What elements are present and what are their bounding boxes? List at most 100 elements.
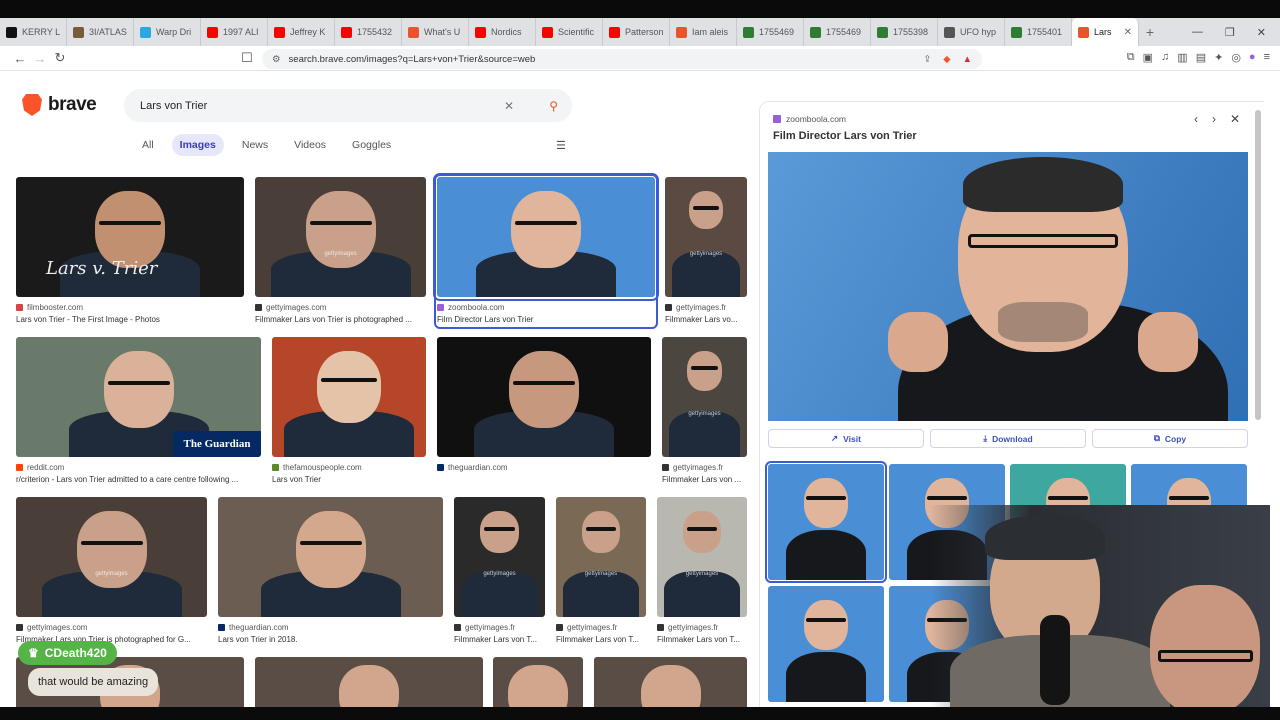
tab-0[interactable]: KERRY L: [0, 18, 67, 46]
tab-1[interactable]: 3I/ATLAS: [67, 18, 134, 46]
search-icon[interactable]: ⚲: [549, 99, 558, 113]
tab-9[interactable]: Patterson: [603, 18, 670, 46]
preview-domain[interactable]: zoomboola.com: [786, 114, 846, 124]
tab-8[interactable]: Scientific: [536, 18, 603, 46]
maximize-icon[interactable]: ❐: [1225, 26, 1235, 39]
tab-11[interactable]: 1755469: [737, 18, 804, 46]
result-source[interactable]: theguardian.com: [437, 463, 651, 472]
related-image-thumbnail[interactable]: [768, 586, 884, 702]
next-icon[interactable]: ›: [1212, 112, 1216, 126]
result-thumbnail[interactable]: [594, 657, 747, 707]
result-thumbnail[interactable]: The Guardian: [16, 337, 261, 457]
result-thumbnail[interactable]: [493, 657, 583, 707]
clear-icon[interactable]: ✕: [504, 99, 514, 113]
tab-12[interactable]: 1755469: [804, 18, 871, 46]
result-thumbnail[interactable]: [272, 337, 426, 457]
tab-4[interactable]: Jeffrey K: [268, 18, 335, 46]
panel-scrollbar[interactable]: [1255, 110, 1261, 420]
preview-image[interactable]: [768, 152, 1248, 421]
brave-logo[interactable]: brave: [22, 94, 97, 116]
leo-icon[interactable]: ✦: [1214, 51, 1223, 64]
visit-button[interactable]: ↗ Visit: [768, 429, 924, 448]
media-icon[interactable]: ♫: [1161, 51, 1169, 64]
previous-icon[interactable]: ‹: [1194, 112, 1198, 126]
image-result-card[interactable]: theguardian.com: [437, 337, 651, 475]
result-source[interactable]: filmbooster.com: [16, 303, 244, 312]
result-source[interactable]: gettyimages.fr: [657, 623, 747, 632]
result-thumbnail[interactable]: gettyimages: [255, 177, 426, 297]
image-result-card[interactable]: gettyimages gettyimages.fr Filmmaker Lars …: [662, 337, 747, 484]
tab-news[interactable]: News: [234, 134, 276, 156]
image-result-card[interactable]: gettyimages gettyimages.com Filmmaker Lars…: [16, 497, 207, 644]
tab-13[interactable]: 1755398: [871, 18, 938, 46]
new-tab-icon[interactable]: +: [1139, 24, 1161, 40]
result-thumbnail[interactable]: gettyimages: [665, 177, 747, 297]
menu-icon[interactable]: ≡: [1264, 51, 1270, 64]
tab-5[interactable]: 1755432: [335, 18, 402, 46]
download-button[interactable]: ⤓ Download: [930, 429, 1086, 448]
tab-goggles[interactable]: Goggles: [344, 134, 399, 156]
site-settings-icon[interactable]: ⚙: [272, 54, 281, 65]
brave-shields-icon[interactable]: ◆: [943, 54, 950, 65]
image-result-card[interactable]: thefamouspeople.com Lars von Trier: [272, 337, 426, 484]
result-source[interactable]: reddit.com: [16, 463, 261, 472]
screenshot-icon[interactable]: ▣: [1143, 51, 1153, 64]
image-result-card[interactable]: gettyimages gettyimages.fr Filmmaker Lars …: [665, 177, 747, 324]
result-source[interactable]: gettyimages.com: [16, 623, 207, 632]
url-field[interactable]: ⚙ search.brave.com/images?q=Lars+von+Tri…: [262, 49, 982, 69]
image-result-card[interactable]: gettyimages gettyimages.com Filmmaker Lars…: [255, 177, 426, 324]
result-source[interactable]: gettyimages.fr: [454, 623, 545, 632]
image-result-card[interactable]: theguardian.com Lars von Trier in 2018.: [218, 497, 443, 644]
search-input[interactable]: Lars von Trier ✕ ⚲: [124, 89, 572, 122]
tab-images[interactable]: Images: [171, 134, 224, 156]
tab-7[interactable]: Nordics: [469, 18, 536, 46]
image-result-card[interactable]: [493, 657, 583, 707]
forward-icon[interactable]: →: [30, 51, 50, 66]
minimize-icon[interactable]: —: [1192, 26, 1203, 39]
copy-button[interactable]: ⧉ Copy: [1092, 429, 1248, 448]
result-thumbnail[interactable]: gettyimages: [657, 497, 747, 617]
result-source[interactable]: gettyimages.fr: [556, 623, 646, 632]
tab-2[interactable]: Warp Dri: [134, 18, 201, 46]
tab-all[interactable]: All: [134, 134, 162, 156]
result-source[interactable]: gettyimages.fr: [662, 463, 747, 472]
tab-16[interactable]: Lars ✕: [1072, 18, 1139, 46]
result-thumbnail[interactable]: Lars v. Trier: [16, 177, 244, 297]
tab-videos[interactable]: Videos: [286, 134, 334, 156]
result-source[interactable]: theguardian.com: [218, 623, 443, 632]
result-thumbnail[interactable]: gettyimages: [556, 497, 646, 617]
tab-10[interactable]: Iam aleis: [670, 18, 737, 46]
image-result-card[interactable]: Lars v. Trier filmbooster.com Lars von Tri…: [16, 177, 244, 324]
result-thumbnail[interactable]: [437, 337, 651, 457]
tab-3[interactable]: 1997 ALI: [201, 18, 268, 46]
vpn-icon[interactable]: ◎: [1231, 51, 1241, 64]
image-result-card[interactable]: gettyimages gettyimages.fr Filmmaker Lars …: [657, 497, 747, 644]
result-thumbnail[interactable]: gettyimages: [16, 497, 207, 617]
image-result-card[interactable]: The Guardian reddit.com r/criterion - Lars…: [16, 337, 261, 484]
tab-6[interactable]: What's U: [402, 18, 469, 46]
image-result-card[interactable]: gettyimages gettyimages.fr Filmmaker Lars …: [454, 497, 545, 644]
image-result-card[interactable]: zoomboola.com Film Director Lars von Trie…: [433, 173, 659, 329]
profile-icon[interactable]: ●: [1249, 51, 1256, 64]
sidebar-icon[interactable]: ▥: [1177, 51, 1187, 64]
result-thumbnail[interactable]: gettyimages: [662, 337, 747, 457]
result-source[interactable]: gettyimages.com: [255, 303, 426, 312]
reload-icon[interactable]: ↻: [50, 50, 70, 66]
result-thumbnail[interactable]: [255, 657, 483, 707]
brave-rewards-icon[interactable]: ▲: [963, 54, 972, 65]
image-result-card[interactable]: gettyimages gettyimages.fr Filmmaker Lars …: [556, 497, 646, 644]
image-result-card[interactable]: [594, 657, 747, 707]
tab-14[interactable]: UFO hyp: [938, 18, 1005, 46]
close-icon[interactable]: ✕: [1230, 112, 1240, 126]
related-image-thumbnail[interactable]: [765, 461, 887, 583]
result-source[interactable]: thefamouspeople.com: [272, 463, 426, 472]
tab-close-icon[interactable]: ✕: [1124, 27, 1132, 38]
tab-15[interactable]: 1755401: [1005, 18, 1072, 46]
share-icon[interactable]: ⇪: [923, 54, 931, 65]
bookmark-icon[interactable]: ☐: [237, 50, 257, 66]
wallet-icon[interactable]: ▤: [1196, 51, 1206, 64]
result-thumbnail[interactable]: [218, 497, 443, 617]
back-icon[interactable]: ←: [10, 51, 30, 66]
result-source[interactable]: gettyimages.fr: [665, 303, 747, 312]
filter-icon[interactable]: ☰: [556, 139, 566, 152]
